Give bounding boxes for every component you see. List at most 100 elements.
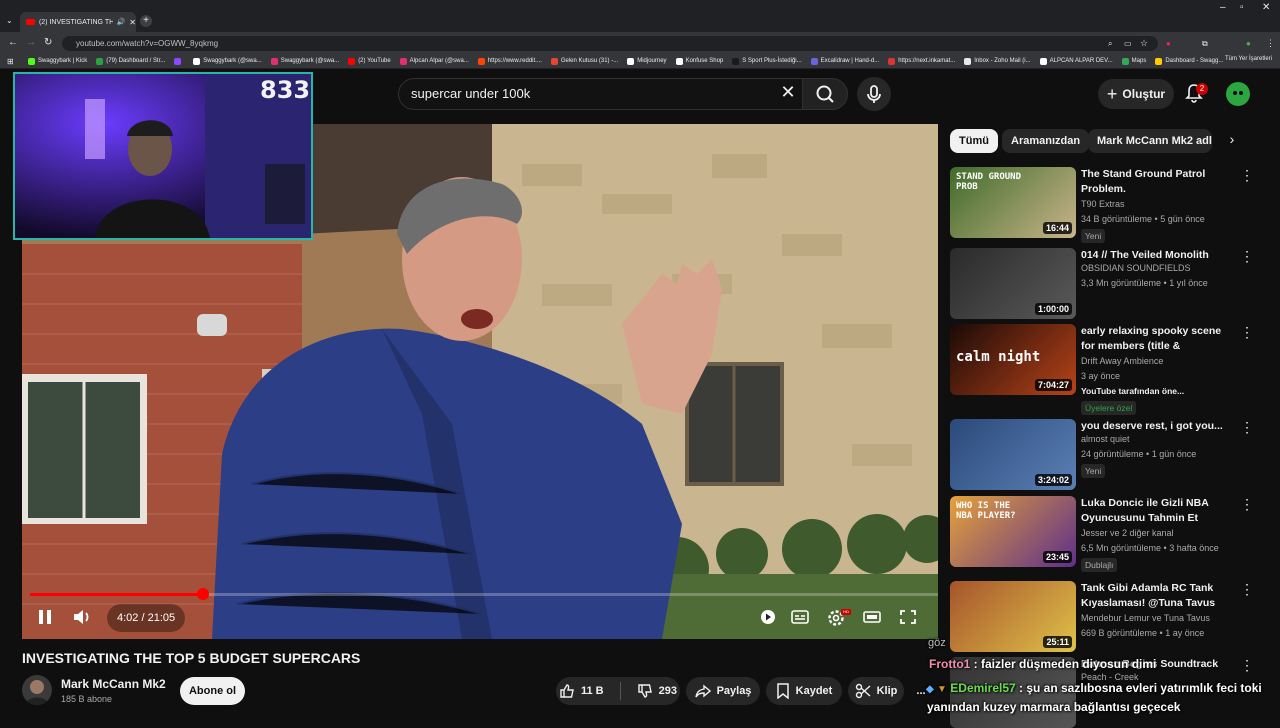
video-thumbnail[interactable]: 1:00:00 bbox=[950, 248, 1076, 319]
minimize-icon[interactable]: – bbox=[1220, 2, 1226, 13]
pause-icon[interactable] bbox=[36, 608, 54, 626]
recommended-video[interactable]: calm night 7:04:27 early relaxing spooky s… bbox=[950, 324, 1262, 415]
video-thumbnail[interactable]: STAND GROUND PROB 16:44 bbox=[950, 167, 1076, 238]
recommended-video-title[interactable]: early relaxing spooky scene for members … bbox=[1081, 324, 1231, 354]
new-tab-button[interactable]: + bbox=[140, 15, 152, 27]
recommended-channel-name[interactable]: almost quiet bbox=[1081, 434, 1130, 444]
bookmark-item[interactable] bbox=[174, 57, 184, 65]
bookmark-item[interactable]: Swaggybark (@swa... bbox=[270, 57, 339, 65]
like-count[interactable]: 11 B bbox=[581, 685, 604, 697]
tab-search-icon[interactable]: ⌄ bbox=[6, 16, 13, 25]
recommended-video-title[interactable]: Luka Doncic ile Gizli NBA Oyuncusunu Tah… bbox=[1081, 496, 1231, 526]
bookmark-item[interactable]: ALPCAN ALPAR DEV... bbox=[1039, 57, 1113, 65]
profile-icon[interactable]: ● bbox=[1246, 39, 1251, 48]
dislike-icon[interactable] bbox=[637, 683, 653, 699]
all-bookmarks[interactable]: Tüm Yer İşaretleri bbox=[1225, 56, 1272, 62]
more-options-icon[interactable]: ⋮ bbox=[1240, 658, 1254, 672]
address-bar[interactable]: youtube.com/watch?v=OGWW_8yqkmg bbox=[62, 36, 1158, 51]
bookmark-item[interactable]: Inbox - Zoho Mail (i... bbox=[964, 57, 1031, 65]
chip-all[interactable]: Tümü bbox=[950, 129, 998, 153]
recommended-channel-name[interactable]: T90 Extras bbox=[1081, 199, 1125, 209]
bookmark-item[interactable]: (79) Dashboard / Str... bbox=[96, 57, 165, 65]
share-button[interactable]: Paylaş bbox=[686, 677, 760, 705]
bookmark-item[interactable]: Swaggybark | Kick bbox=[28, 57, 87, 65]
chip-from-search[interactable]: Aramanızdan bbox=[1002, 129, 1090, 153]
more-options-icon[interactable]: ⋮ bbox=[1240, 249, 1254, 263]
bookmark-item[interactable]: https://next.inkamat... bbox=[888, 57, 955, 65]
dislike-count[interactable]: 293 bbox=[659, 685, 677, 697]
tab-audio-icon[interactable]: 🔊 bbox=[117, 18, 126, 26]
like-icon[interactable] bbox=[559, 683, 575, 699]
maximize-icon[interactable]: ▫ bbox=[1240, 2, 1244, 13]
recommended-video[interactable]: STAND GROUND PROB 16:44 The Stand Ground P… bbox=[950, 167, 1262, 243]
recommended-video[interactable]: 3:24:02 you deserve rest, i got you... alm… bbox=[950, 419, 1262, 491]
search-button[interactable] bbox=[802, 78, 848, 110]
recommended-video[interactable]: 25:11 Tank Gibi Adamla RC Tank Kıyaslamas… bbox=[950, 581, 1262, 653]
theater-mode-icon[interactable] bbox=[862, 608, 882, 626]
forward-icon[interactable]: → bbox=[26, 37, 36, 48]
recommended-channel-name[interactable]: OBSIDIAN SOUNDFIELDS bbox=[1081, 263, 1191, 273]
bookmark-label: Midjourney bbox=[637, 58, 667, 64]
bookmark-item[interactable]: Konfuse Shop bbox=[675, 57, 723, 65]
channel-avatar[interactable] bbox=[22, 675, 52, 705]
more-options-icon[interactable]: ⋮ bbox=[1240, 325, 1254, 339]
bookmark-label: Excalidraw | Hand-d... bbox=[820, 58, 880, 64]
video-thumbnail[interactable]: 25:11 bbox=[950, 581, 1076, 652]
tab-close-icon[interactable]: ✕ bbox=[129, 18, 136, 27]
browser-menu-icon[interactable]: ⋮ bbox=[1266, 38, 1275, 49]
autoplay-toggle-icon[interactable] bbox=[758, 608, 778, 626]
save-button[interactable]: Kaydet bbox=[766, 677, 842, 705]
bookmark-item[interactable]: Maps bbox=[1121, 57, 1146, 65]
clear-search-icon[interactable]: ✕ bbox=[778, 82, 798, 104]
more-options-icon[interactable]: ⋮ bbox=[1240, 420, 1254, 434]
bookmark-star-icon[interactable]: ☆ bbox=[1140, 38, 1148, 49]
recommended-video-title[interactable]: The Stand Ground Patrol Problem. bbox=[1081, 167, 1231, 197]
bookmark-item[interactable]: Excalidraw | Hand-d... bbox=[810, 57, 880, 65]
volume-icon[interactable] bbox=[72, 608, 92, 626]
chip-channel[interactable]: Mark McCann Mk2 adlı y bbox=[1088, 129, 1212, 153]
chevron-right-icon[interactable]: › bbox=[1222, 131, 1242, 151]
browser-tab-active[interactable]: (2) INVESTIGATING THE TO 🔊 ✕ bbox=[20, 12, 136, 32]
bookmark-item[interactable]: (2) YouTube bbox=[348, 57, 391, 65]
bookmark-item[interactable]: Swaggybark (@swa... bbox=[193, 57, 262, 65]
channel-name[interactable]: Mark McCann Mk2 bbox=[61, 677, 166, 691]
more-options-icon[interactable]: ⋮ bbox=[1240, 168, 1254, 182]
recommended-channel-name[interactable]: Jesser ve 2 diğer kanal bbox=[1081, 528, 1174, 538]
clip-button[interactable]: Klip bbox=[848, 677, 904, 705]
voice-search-button[interactable] bbox=[857, 77, 891, 111]
more-actions-icon: ... bbox=[916, 685, 926, 697]
search-input[interactable]: supercar under 100k bbox=[398, 78, 806, 110]
fullscreen-icon[interactable] bbox=[898, 608, 918, 626]
create-button[interactable]: + Oluştur bbox=[1098, 79, 1174, 109]
video-thumbnail[interactable]: WHO IS THE NBA PLAYER? 23:45 bbox=[950, 496, 1076, 567]
recommended-video-title[interactable]: Tank Gibi Adamla RC Tank Kıyaslaması! @T… bbox=[1081, 581, 1231, 611]
video-thumbnail[interactable]: 3:24:02 bbox=[950, 419, 1076, 490]
recommended-channel-name[interactable]: Drift Away Ambience bbox=[1081, 356, 1163, 366]
more-options-icon[interactable]: ⋮ bbox=[1240, 582, 1254, 596]
more-options-icon[interactable]: ⋮ bbox=[1240, 497, 1254, 511]
apps-grid-icon[interactable]: ⊞ bbox=[7, 57, 14, 66]
close-window-icon[interactable]: ✕ bbox=[1262, 2, 1270, 13]
extensions-puzzle-icon[interactable]: ⧉ bbox=[1202, 39, 1208, 49]
bookmark-item[interactable]: Gelen Kutusu (31) -... bbox=[550, 57, 618, 65]
video-thumbnail[interactable]: calm night 7:04:27 bbox=[950, 324, 1076, 395]
cast-icon[interactable]: ▭ bbox=[1124, 39, 1132, 48]
recommended-channel-name[interactable]: Mendebur Lemur ve Tuna Tavus bbox=[1081, 613, 1210, 623]
recommended-video-title[interactable]: 014 // The Veiled Monolith bbox=[1081, 248, 1231, 263]
zoom-icon[interactable]: ⌕ bbox=[1108, 39, 1112, 49]
recommended-video-title[interactable]: you deserve rest, i got you... bbox=[1081, 419, 1231, 434]
bookmark-item[interactable]: Alpcan Alpar (@swa... bbox=[399, 57, 469, 65]
bookmark-item[interactable]: https://www.reddit.... bbox=[477, 57, 542, 65]
subscribe-button[interactable]: Abone ol bbox=[180, 677, 245, 705]
subtitles-icon[interactable] bbox=[790, 608, 810, 626]
back-icon[interactable]: ← bbox=[8, 37, 18, 48]
reload-icon[interactable]: ↻ bbox=[44, 37, 52, 48]
recommended-video[interactable]: 1:00:00 014 // The Veiled Monolith OBSIDIA… bbox=[950, 248, 1262, 320]
bookmark-item[interactable]: S Sport Plus-İstediği... bbox=[732, 57, 802, 65]
bookmark-item[interactable]: Midjourney bbox=[627, 57, 667, 65]
account-avatar[interactable] bbox=[1226, 82, 1250, 106]
bookmark-item[interactable]: Dashboard - Swagg... bbox=[1155, 57, 1223, 65]
recommended-video[interactable]: WHO IS THE NBA PLAYER? 23:45 Luka Doncic i… bbox=[950, 496, 1262, 572]
extension-icon[interactable]: ● bbox=[1166, 39, 1171, 48]
bookmark-favicon-icon bbox=[348, 57, 356, 65]
